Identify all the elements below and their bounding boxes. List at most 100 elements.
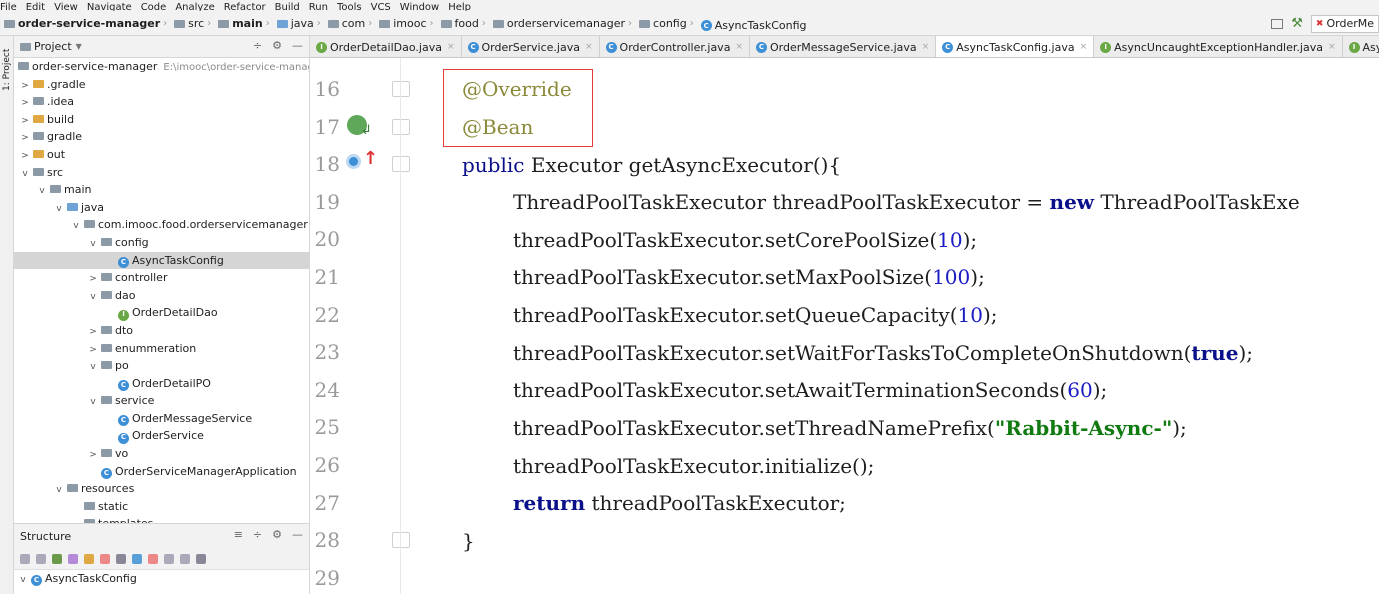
close-icon[interactable]: ×	[922, 42, 930, 52]
gear-icon[interactable]: ⚙	[272, 528, 282, 541]
editor-tab[interactable]: C OrderService.java ×	[462, 36, 600, 57]
tree-item[interactable]: v java	[14, 199, 309, 217]
menu-window[interactable]: Window	[400, 3, 439, 12]
breadcrumb-item[interactable]: order-service-manager ›	[0, 11, 170, 35]
navigate-arrow-icon[interactable]: ↲	[361, 123, 372, 138]
close-icon[interactable]: ×	[1080, 42, 1088, 52]
tree-item[interactable]: v resources	[14, 480, 309, 498]
tree-item[interactable]: v main	[14, 181, 309, 199]
breadcrumb-item[interactable]: src ›	[170, 11, 214, 35]
editor-tab[interactable]: IAsyncConfigurer.java×	[1343, 36, 1379, 57]
tree-item[interactable]: > enummeration	[14, 340, 309, 358]
arrow-up-icon[interactable]: ↑	[363, 148, 378, 169]
tree-item[interactable]: v po	[14, 357, 309, 375]
expand-all-icon[interactable]	[164, 553, 174, 564]
chevron-down-icon[interactable]: v	[18, 572, 28, 590]
fold-marker-icon[interactable]	[392, 118, 410, 135]
tree-item[interactable]: > dto	[14, 322, 309, 340]
menu-analyze[interactable]: Analyze	[175, 3, 214, 12]
fold-marker-icon[interactable]	[392, 81, 410, 97]
close-icon[interactable]: ×	[735, 42, 743, 52]
hide-icon[interactable]: —	[292, 39, 303, 52]
tree-item[interactable]: templates	[14, 515, 309, 523]
show-fields-icon[interactable]	[84, 553, 94, 564]
filter-icon[interactable]	[116, 553, 126, 564]
gear-icon[interactable]: ⚙	[272, 39, 282, 52]
project-panel-title[interactable]: Project	[34, 40, 72, 53]
menu-refactor[interactable]: Refactor	[224, 3, 266, 12]
tree-item[interactable]: v src	[14, 164, 309, 182]
menu-help[interactable]: Help	[448, 3, 471, 12]
tree-item[interactable]: v dao	[14, 287, 309, 305]
tree-item[interactable]: C AsyncTaskConfig	[14, 251, 309, 270]
breadcrumb-item[interactable]: imooc ›	[375, 11, 436, 35]
editor-tab[interactable]: C OrderMessageService.java ×	[750, 36, 937, 57]
project-root[interactable]: order-service-manager E:\imooc\order-serv…	[14, 58, 309, 76]
breadcrumb-item[interactable]: config ›	[635, 11, 697, 35]
fold-marker-icon[interactable]	[392, 156, 410, 173]
menu-code[interactable]: Code	[141, 3, 167, 12]
breadcrumb-item[interactable]: C AsyncTaskConfig	[697, 13, 807, 35]
breadcrumb-item[interactable]: main ›	[214, 11, 273, 35]
code-line-28[interactable]: }	[462, 529, 475, 553]
menu-build[interactable]: Build	[275, 3, 300, 12]
code-line-21[interactable]: threadPoolTaskExecutor.setMaxPoolSize(10…	[513, 265, 985, 289]
show-nonpublic-icon[interactable]	[100, 553, 110, 564]
tree-item[interactable]: > vo	[14, 445, 309, 463]
tree-item[interactable]: v com.imooc.food.orderservicemanager	[14, 216, 309, 234]
collapse-all-icon[interactable]	[180, 553, 190, 564]
tree-item[interactable]: > .idea	[14, 93, 309, 111]
close-icon[interactable]: ×	[447, 42, 455, 52]
menu-vcs[interactable]: VCS	[371, 3, 391, 12]
code-line-19[interactable]: ThreadPoolTaskExecutor threadPoolTaskExe…	[513, 190, 1300, 214]
code-line-17[interactable]: @Bean	[462, 115, 533, 139]
code-line-27[interactable]: return threadPoolTaskExecutor;	[513, 491, 846, 515]
menu-navigate[interactable]: Navigate	[87, 3, 132, 12]
tree-item[interactable]: C OrderMessageService	[14, 410, 309, 428]
editor-tab[interactable]: C AsyncTaskConfig.java ×	[936, 36, 1095, 57]
hide-icon[interactable]: —	[292, 528, 303, 541]
sort-alpha-icon[interactable]	[20, 553, 30, 564]
tree-item[interactable]: > gradle	[14, 128, 309, 146]
collapse-icon[interactable]: ÷	[253, 39, 262, 52]
project-tool-tab[interactable]: 1: Project	[0, 40, 14, 100]
tree-item[interactable]: > controller	[14, 269, 309, 287]
breadcrumb-item[interactable]: food ›	[437, 11, 489, 35]
tree-item[interactable]: C OrderServiceManagerApplication	[14, 463, 309, 481]
menu-tools[interactable]: Tools	[337, 3, 362, 12]
breadcrumb-item[interactable]: java ›	[273, 11, 324, 35]
tree-item[interactable]: C OrderService	[14, 427, 309, 445]
code-line-24[interactable]: threadPoolTaskExecutor.setAwaitTerminati…	[513, 378, 1107, 402]
tree-item[interactable]: > build	[14, 111, 309, 129]
autoscroll-icon[interactable]	[196, 553, 206, 564]
fold-marker-icon[interactable]	[392, 532, 410, 549]
close-icon[interactable]: ×	[585, 42, 593, 52]
code-line-26[interactable]: threadPoolTaskExecutor.initialize();	[513, 454, 874, 478]
breadcrumb-item[interactable]: com ›	[324, 11, 376, 35]
sort-visibility-icon[interactable]	[36, 553, 46, 564]
tree-item[interactable]: I OrderDetailDao	[14, 304, 309, 322]
editor-tab[interactable]: C OrderController.java ×	[600, 36, 750, 57]
menu-view[interactable]: View	[54, 3, 78, 12]
hammer-icon[interactable]: ⚒	[1291, 16, 1303, 31]
breadcrumb-item[interactable]: orderservicemanager ›	[489, 11, 635, 35]
structure-root-item[interactable]: v C AsyncTaskConfig	[14, 570, 309, 588]
code-line-20[interactable]: threadPoolTaskExecutor.setCorePoolSize(1…	[513, 228, 977, 252]
tree-item[interactable]: C OrderDetailPO	[14, 375, 309, 393]
chevron-down-icon[interactable]: ▼	[76, 42, 82, 51]
show-anonymous-icon[interactable]	[148, 553, 158, 564]
tree-item[interactable]: > out	[14, 146, 309, 164]
layout-icon[interactable]	[1271, 18, 1284, 29]
show-lambdas-icon[interactable]	[132, 553, 142, 564]
tree-item[interactable]: static	[14, 498, 309, 516]
menu-run[interactable]: Run	[309, 3, 328, 12]
code-line-25[interactable]: threadPoolTaskExecutor.setThreadNamePref…	[513, 416, 1187, 440]
show-inherited-icon[interactable]	[52, 553, 62, 564]
expand-icon[interactable]: ≡	[234, 528, 243, 541]
code-line-22[interactable]: threadPoolTaskExecutor.setQueueCapacity(…	[513, 303, 998, 327]
implements-method-icon[interactable]	[346, 154, 361, 169]
collapse-icon[interactable]: ÷	[253, 528, 262, 541]
menu-file[interactable]: File	[0, 3, 17, 12]
code-line-23[interactable]: threadPoolTaskExecutor.setWaitForTasksTo…	[513, 341, 1253, 365]
show-properties-icon[interactable]	[68, 553, 78, 564]
